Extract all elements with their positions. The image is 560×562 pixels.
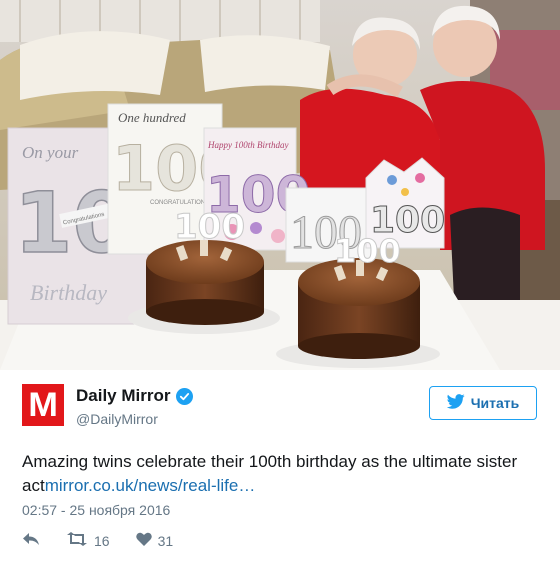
avatar-logo-letter: M bbox=[28, 386, 58, 424]
verified-badge-icon bbox=[176, 387, 194, 405]
like-button[interactable]: 31 bbox=[135, 532, 174, 549]
retweet-button[interactable]: 16 bbox=[66, 532, 110, 549]
follow-button-label: Читать bbox=[470, 395, 520, 411]
retweet-count: 16 bbox=[94, 532, 110, 549]
card-center-line: One hundred bbox=[118, 110, 186, 125]
reply-icon bbox=[22, 532, 40, 549]
card-cover-line2: Birthday bbox=[30, 280, 107, 305]
reply-button[interactable] bbox=[22, 532, 40, 549]
account-handle[interactable]: @DailyMirror bbox=[76, 411, 158, 427]
tweet-photo[interactable]: On your 100 Birthday Congratulations One… bbox=[0, 0, 560, 370]
heart-icon bbox=[135, 532, 152, 549]
cake-left-topper: 100 bbox=[174, 207, 245, 247]
tweet-link[interactable]: mirror.co.uk/news/real-life… bbox=[45, 476, 256, 495]
twitter-bird-icon bbox=[446, 394, 465, 412]
retweet-icon bbox=[66, 532, 88, 549]
tweet-card: M Daily Mirror @DailyMirror Читать Amazi… bbox=[0, 370, 560, 562]
account-name-row: Daily Mirror bbox=[76, 386, 194, 406]
card-pink-line: Happy 100th Birthday bbox=[207, 140, 289, 150]
card-cover-line1: On your bbox=[22, 143, 79, 162]
tweet-actions: 16 31 bbox=[22, 532, 199, 549]
account-avatar[interactable]: M bbox=[22, 384, 64, 426]
tweet-timestamp[interactable]: 02:57 - 25 ноября 2016 bbox=[22, 502, 170, 518]
tweet-text: Amazing twins celebrate their 100th birt… bbox=[22, 450, 542, 498]
like-count: 31 bbox=[157, 532, 174, 549]
card-center-congrats: CONGRATULATIONS bbox=[150, 200, 209, 206]
cake-right-topper: 100 bbox=[334, 232, 401, 270]
follow-button[interactable]: Читать bbox=[429, 386, 537, 420]
account-name[interactable]: Daily Mirror bbox=[76, 386, 170, 406]
